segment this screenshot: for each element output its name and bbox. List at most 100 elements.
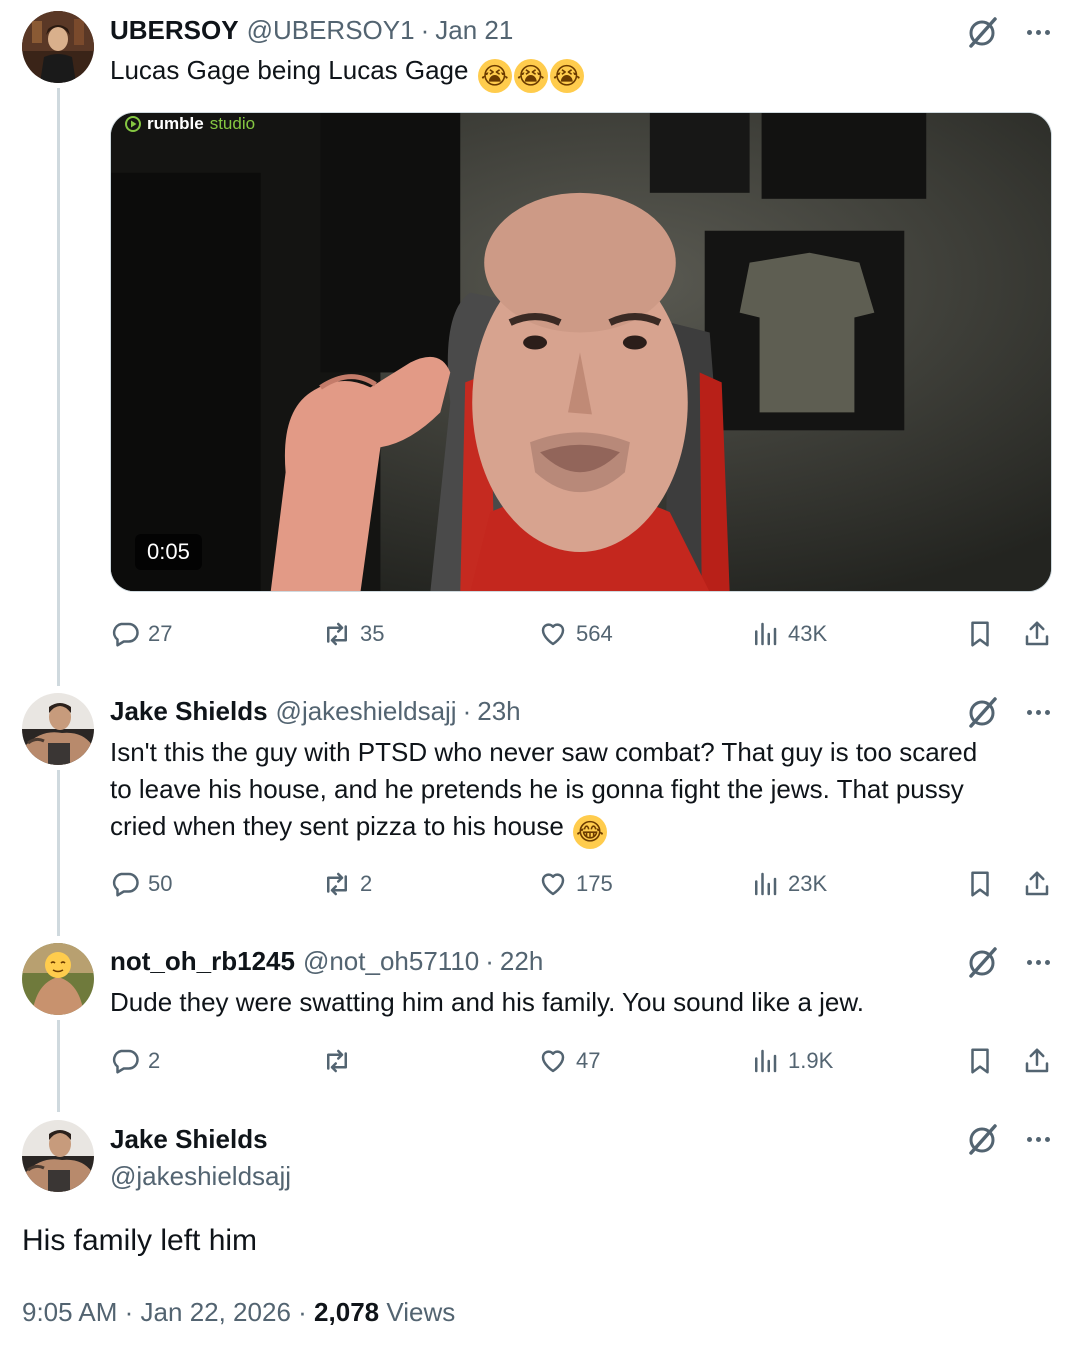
display-name[interactable]: not_oh_rb1245 [110,946,295,977]
tweet-text-line: Isn't this the guy with PTSD who never s… [110,737,978,767]
repost-arrows-icon [327,1049,347,1073]
user-handle[interactable]: @not_oh57110 [303,946,479,977]
like-button[interactable]: 175 [538,866,613,902]
user-handle[interactable]: @UBERSOY1 [247,15,415,46]
tweet-time[interactable]: Jan 21 [435,15,513,46]
rumble-brand: rumble [147,114,204,133]
like-button[interactable]: 564 [538,616,613,652]
tweet-text-line: cried when they sent pizza to his house [110,811,564,841]
separator: · [298,1297,307,1327]
repost-button[interactable] [322,1043,360,1079]
views-button[interactable]: 1.9K [750,1043,833,1079]
tweet-time[interactable]: 22h [500,946,543,977]
share-button[interactable] [1022,616,1052,652]
separator: · [485,945,494,976]
grok-slash-icon[interactable] [964,14,1000,50]
more-dots-icon[interactable] [1022,16,1054,48]
tweet-text: Dude they were swatting him and his fami… [110,987,864,1017]
separator: · [124,1297,134,1327]
rumble-sub: studio [209,114,256,133]
video-player[interactable]: rumble studio 0:05 [110,112,1052,592]
bar-chart-icon [755,622,777,646]
tweet-time[interactable]: 23h [477,696,520,727]
reply-bubble-icon [112,872,139,897]
display-name[interactable]: Jake Shields [110,696,268,727]
display-name[interactable]: UBERSOY [110,15,239,46]
bar-chart-icon [755,1049,777,1073]
views-count: 1.9K [788,1048,834,1073]
tweet-date[interactable]: Jan 22, 2026 [141,1297,291,1327]
thread-connector [57,770,60,936]
tweet-text: Lucas Gage being Lucas Gage [110,55,469,85]
tweet-actions: 2 47 1.9K [110,1043,1055,1079]
grok-slash-icon[interactable] [964,944,1000,980]
grok-slash-icon[interactable] [964,1121,1000,1157]
bookmark-button[interactable] [965,616,995,652]
share-upload-icon [1025,1048,1049,1073]
views-count: 43K [788,621,828,646]
avatar-jake-shields[interactable] [22,1120,94,1192]
more-dots-icon[interactable] [1022,696,1054,728]
repost-arrows-icon [327,622,347,646]
avatar-not-oh[interactable] [22,943,94,1015]
rumble-watermark: rumble studio [125,113,255,135]
repost-button[interactable]: 2 [322,866,372,902]
views-button[interactable]: 43K [750,616,827,652]
thread-connector [57,1020,60,1112]
reply-button[interactable]: 50 [110,866,172,902]
more-dots-icon[interactable] [1022,1123,1054,1155]
tweet-body: Lucas Gage being Lucas Gage 😭 😭 😭 [110,52,1055,93]
loudly-crying-emoji: 😭 [549,59,584,93]
grok-slash-icon[interactable] [964,694,1000,730]
reply-count: 27 [148,621,173,646]
tweet-corner-actions [964,14,1054,50]
like-button[interactable]: 47 [538,1043,600,1079]
bookmark-icon [971,1048,989,1074]
repost-count: 35 [360,621,385,646]
like-count: 175 [576,871,613,896]
tweet-header: UBERSOY @UBERSOY1 · Jan 21 [110,12,513,48]
share-button[interactable] [1022,1043,1052,1079]
main-tweet-handle: @jakeshieldsajj [110,1158,291,1194]
more-dots-icon[interactable] [1022,946,1054,978]
video-duration: 0:05 [135,534,202,570]
separator: · [420,14,430,45]
repost-button[interactable]: 35 [322,616,384,652]
main-tweet-text: His family left him [22,1224,258,1257]
display-name[interactable]: Jake Shields [110,1124,268,1155]
bookmark-button[interactable] [965,866,995,902]
bookmark-icon [971,621,989,647]
bookmark-button[interactable] [965,1043,995,1079]
repost-arrows-icon [327,872,347,896]
tweet-body: Dude they were swatting him and his fami… [110,984,1055,1021]
tweet-actions: 50 2 175 23K [110,866,1055,902]
video-frame[interactable] [111,113,1051,592]
repost-count: 2 [360,871,373,896]
like-count: 564 [576,621,613,646]
avatar-ubersoy[interactable] [22,11,94,83]
user-handle[interactable]: @jakeshieldsajj [110,1161,291,1192]
tweet-header: not_oh_rb1245 @not_oh57110 · 22h [110,943,543,979]
user-handle[interactable]: @jakeshieldsajj [276,696,457,727]
loudly-crying-emoji: 😭 [477,59,512,93]
tweet-header: Jake Shields @jakeshieldsajj · 23h [110,693,521,729]
heart-icon [541,623,565,646]
avatar-jake-shields[interactable] [22,693,94,765]
share-upload-icon [1025,621,1049,646]
like-count: 47 [576,1048,601,1073]
share-button[interactable] [1022,866,1052,902]
views-label: Views [386,1297,456,1327]
tweet-text-line: to leave his house, and he pretends he i… [110,774,964,804]
heart-icon [541,1050,565,1073]
bar-chart-icon [755,872,777,896]
heart-icon [541,873,565,896]
tweet-time[interactable]: 9:05 AM [22,1297,117,1327]
views-count: 23K [788,871,828,896]
rumble-play-icon [125,116,141,132]
reply-button[interactable]: 27 [110,616,172,652]
share-upload-icon [1025,871,1049,896]
views-button[interactable]: 23K [750,866,827,902]
views-count: 2,078 [314,1297,380,1327]
thread-connector [57,88,60,686]
reply-button[interactable]: 2 [110,1043,160,1079]
